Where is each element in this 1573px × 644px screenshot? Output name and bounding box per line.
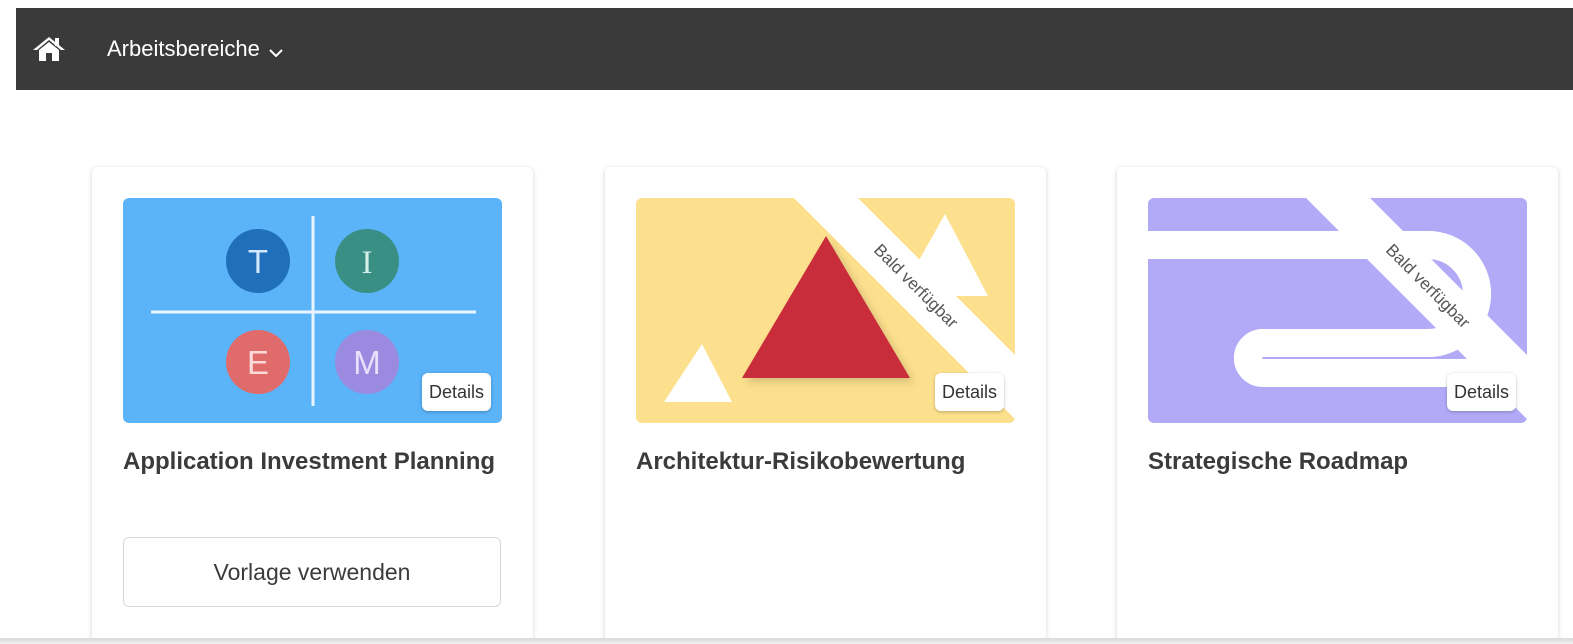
page: Arbeitsbereiche T I E M Details Applicat…	[0, 0, 1573, 644]
use-template-button[interactable]: Vorlage verwenden	[123, 537, 501, 607]
workspaces-label: Arbeitsbereiche	[107, 36, 260, 61]
template-thumbnail[interactable]: Bald verfügbar Details	[1148, 198, 1527, 423]
template-card-application-investment-planning: T I E M Details Application Investment P…	[92, 167, 533, 643]
details-button[interactable]: Details	[934, 373, 1004, 411]
template-thumbnail[interactable]: T I E M Details	[123, 198, 502, 423]
bottom-divider	[0, 638, 1573, 644]
card-title: Architektur-Risikobewertung	[636, 448, 966, 475]
template-card-architektur-risikobewertung: Bald verfügbar Details Architektur-Risik…	[605, 167, 1046, 643]
card-title: Strategische Roadmap	[1148, 448, 1409, 475]
letter-i: I	[362, 245, 373, 281]
letter-t: T	[248, 243, 268, 280]
home-icon[interactable]	[33, 36, 65, 62]
details-button[interactable]: Details	[421, 373, 491, 411]
template-card-strategische-roadmap: Bald verfügbar Details Strategische Road…	[1117, 167, 1558, 643]
workspaces-menu-button[interactable]: Arbeitsbereiche	[107, 8, 284, 90]
letter-m: M	[353, 344, 381, 381]
card-title: Application Investment Planning	[123, 448, 496, 475]
template-thumbnail[interactable]: Bald verfügbar Details	[636, 198, 1015, 423]
letter-e: E	[247, 344, 269, 381]
chevron-down-icon	[268, 41, 284, 58]
top-navigation-bar: Arbeitsbereiche	[16, 8, 1573, 90]
details-button[interactable]: Details	[1446, 373, 1516, 411]
